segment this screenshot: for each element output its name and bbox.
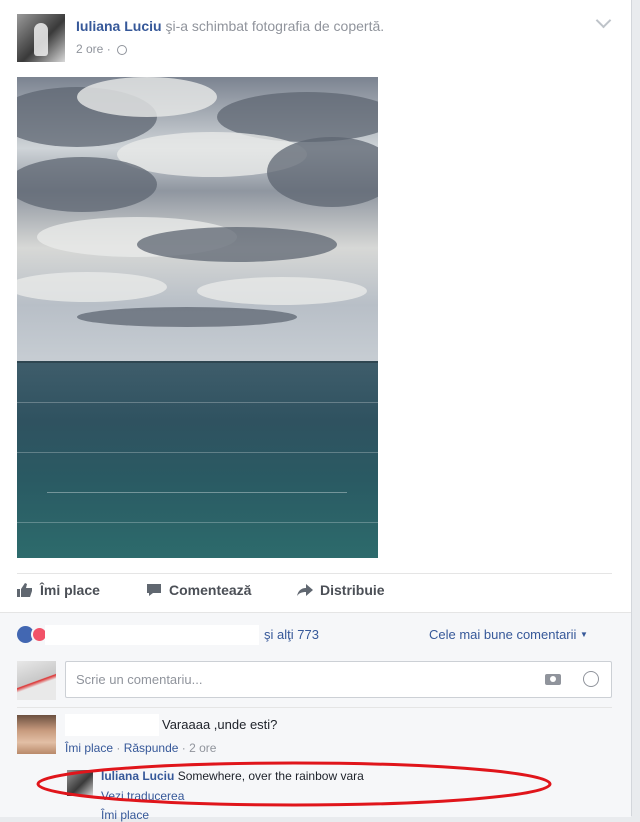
- reply-author-avatar[interactable]: [67, 770, 93, 796]
- meta-separator: ·: [106, 42, 111, 56]
- share-arrow-icon: [297, 584, 313, 596]
- comment-input[interactable]: [74, 671, 518, 688]
- chevron-down-icon[interactable]: [595, 12, 612, 29]
- cover-photo[interactable]: [17, 77, 378, 558]
- author-name-link[interactable]: Iuliana Luciu: [76, 18, 162, 34]
- camera-icon[interactable]: [545, 674, 561, 685]
- comment-composer[interactable]: [65, 661, 612, 698]
- reply-line: Iuliana Luciu Somewhere, over the rainbo…: [101, 769, 364, 783]
- globe-icon: [117, 45, 128, 55]
- see-translation-link[interactable]: Vezi traducerea: [101, 789, 184, 803]
- divider: [17, 707, 612, 708]
- comment-reply-link[interactable]: Răspunde: [124, 741, 179, 755]
- current-user-avatar[interactable]: [17, 661, 56, 700]
- redacted-commenter-name: [65, 714, 159, 736]
- thumbs-up-icon: [17, 583, 32, 597]
- page-gutter: [632, 0, 640, 816]
- dot-separator: ·: [116, 741, 121, 755]
- post-meta: 2 ore ·: [76, 42, 128, 56]
- like-button[interactable]: Îmi place: [17, 582, 100, 598]
- comment-label: Comentează: [169, 582, 252, 598]
- comment-sort-dropdown[interactable]: Cele mai bune comentarii ▼: [429, 627, 588, 642]
- comment-text: Varaaaa ,unde esti?: [162, 717, 278, 732]
- sort-label: Cele mai bune comentarii: [429, 627, 577, 642]
- photo-sea: [17, 362, 378, 558]
- photo-horizon: [17, 361, 378, 363]
- like-label: Îmi place: [40, 582, 100, 598]
- author-avatar[interactable]: [17, 14, 65, 62]
- photo-sky: [17, 77, 378, 362]
- dot-separator: ·: [181, 741, 186, 755]
- caret-down-icon: ▼: [580, 630, 588, 639]
- reaction-others-link[interactable]: şi alţi 773: [264, 627, 319, 642]
- comment-icon: [147, 584, 161, 596]
- comment-like-link[interactable]: Îmi place: [65, 741, 113, 755]
- post-action-text: şi-a schimbat fotografia de copertă.: [165, 18, 385, 34]
- share-button[interactable]: Distribuie: [297, 582, 385, 598]
- commenter-avatar[interactable]: [17, 715, 56, 754]
- comment-button[interactable]: Comentează: [146, 582, 251, 598]
- post-time[interactable]: 2 ore: [76, 42, 103, 56]
- reply-author-name-link[interactable]: Iuliana Luciu: [101, 769, 174, 783]
- comment-time[interactable]: 2 ore: [189, 741, 216, 755]
- post-header: Iuliana Luciu şi-a schimbat fotografia d…: [76, 18, 384, 34]
- redacted-names: [45, 625, 259, 645]
- divider: [17, 573, 612, 574]
- comment-actions: Îmi place · Răspunde · 2 ore: [65, 741, 216, 755]
- reply-like-link[interactable]: Îmi place: [101, 808, 149, 822]
- share-label: Distribuie: [320, 582, 385, 598]
- emoji-icon[interactable]: [583, 671, 599, 687]
- reply-text: Somewhere, over the rainbow vara: [177, 769, 364, 783]
